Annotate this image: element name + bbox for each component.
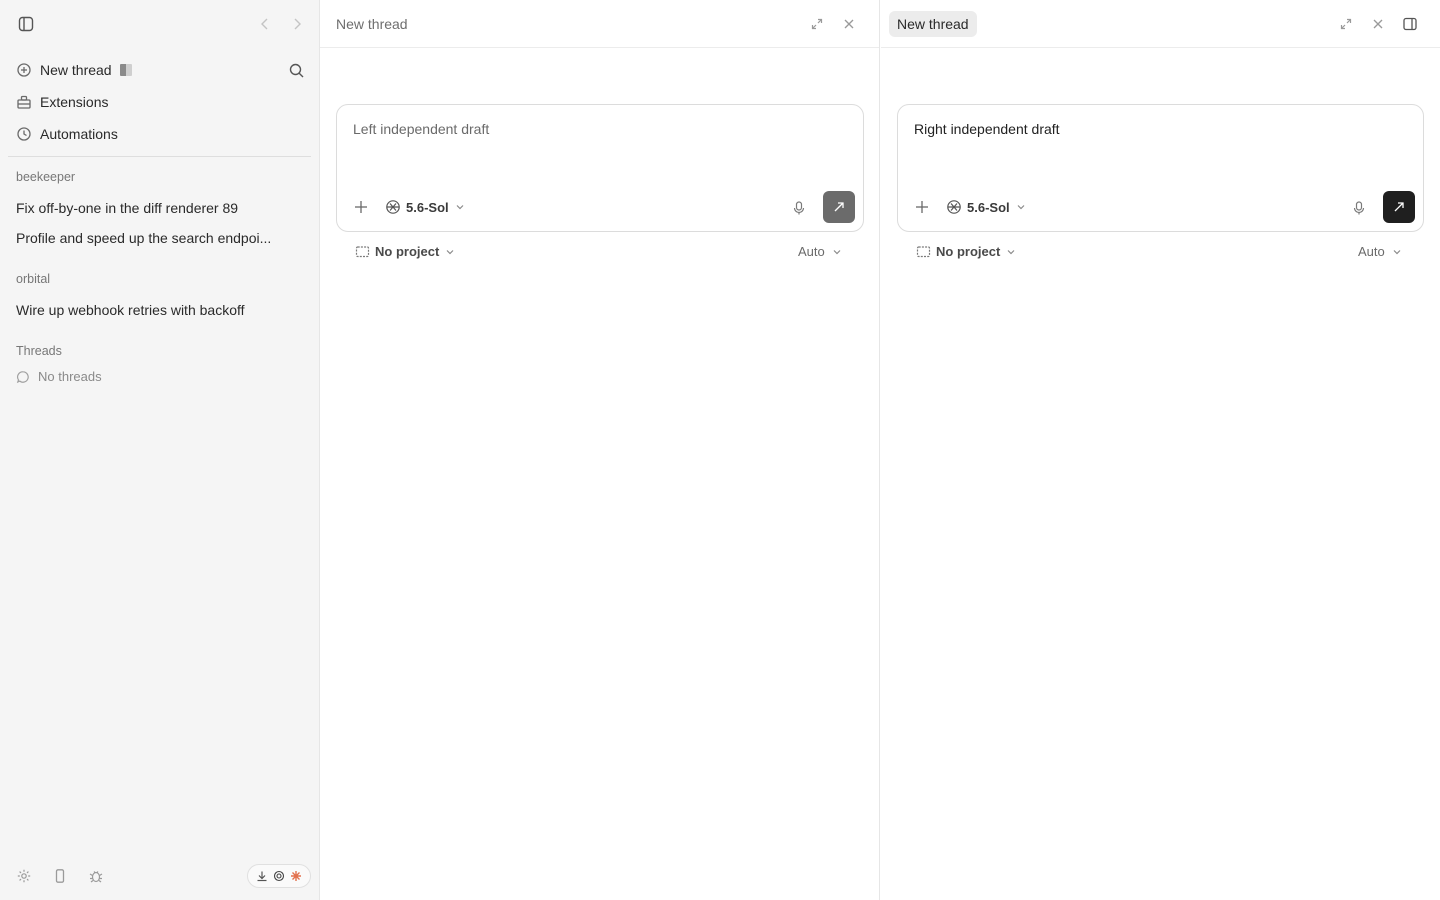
send-button[interactable] [823, 191, 855, 223]
send-button[interactable] [1383, 191, 1415, 223]
thread-item[interactable]: Profile and speed up the search endpoi..… [16, 230, 286, 246]
close-icon[interactable] [842, 17, 856, 31]
add-attachment-icon[interactable] [353, 199, 369, 215]
clock-icon [16, 126, 32, 142]
expand-icon[interactable] [810, 17, 824, 31]
chevron-down-icon [1006, 247, 1016, 257]
model-selector[interactable]: 5.6-Sol [946, 199, 1026, 215]
composer: Right independent draft 5.6-Sol [897, 104, 1424, 232]
chevron-down-icon [1392, 247, 1402, 257]
threads-section-label: Threads [16, 344, 62, 358]
chevron-right-icon[interactable] [289, 16, 305, 32]
pane-title[interactable]: New thread [889, 11, 977, 37]
model-status-pill[interactable] [247, 864, 311, 888]
folder-icon [355, 244, 370, 259]
pane-title[interactable]: New thread [336, 16, 408, 32]
mode-label: Auto [1358, 244, 1385, 259]
microphone-icon[interactable] [1351, 200, 1367, 216]
chevron-down-icon [832, 247, 842, 257]
no-threads-text: No threads [38, 369, 102, 384]
chevron-down-icon [1016, 202, 1026, 212]
model-selector[interactable]: 5.6-Sol [385, 199, 465, 215]
project-label: No project [936, 244, 1001, 259]
openai-icon [385, 199, 401, 215]
bug-icon[interactable] [88, 868, 104, 884]
sidebar: New thread Extensions Automations beekee… [0, 0, 320, 900]
chevron-left-icon[interactable] [257, 16, 273, 32]
project-selector[interactable]: No project [355, 244, 455, 259]
sidebar-topbar [0, 0, 320, 48]
project-selector[interactable]: No project [916, 244, 1016, 259]
group-label-beekeeper: beekeeper [16, 170, 76, 184]
mode-selector[interactable]: Auto [1358, 244, 1402, 259]
right-pane: New thread Right independent draft 5.6-S… [881, 0, 1440, 900]
sidebar-divider [8, 156, 311, 157]
microphone-icon[interactable] [791, 200, 807, 216]
sidebar-item-extensions[interactable]: Extensions [8, 87, 312, 117]
send-arrow-icon [1394, 202, 1404, 212]
close-icon[interactable] [1371, 17, 1385, 31]
send-arrow-icon [834, 202, 844, 212]
chevron-down-icon [445, 247, 455, 257]
new-thread-button[interactable]: New thread [8, 55, 312, 85]
thread-item[interactable]: Fix off-by-one in the diff renderer 89 [16, 200, 286, 216]
openai-icon [946, 199, 962, 215]
chat-bubble-icon [16, 370, 30, 384]
mobile-icon[interactable] [52, 868, 68, 884]
pane-header: New thread [320, 0, 879, 48]
sidebar-panel-icon[interactable] [17, 15, 35, 33]
model-label: 5.6-Sol [967, 199, 1010, 215]
sidebar-item-label: Extensions [40, 94, 109, 110]
add-attachment-icon[interactable] [914, 199, 930, 215]
folder-icon [916, 244, 931, 259]
new-thread-label: New thread [40, 62, 112, 78]
model-label: 5.6-Sol [406, 199, 449, 215]
sidebar-item-label: Automations [40, 126, 118, 142]
draft-input[interactable]: Right independent draft [914, 121, 1060, 137]
thread-item[interactable]: Wire up webhook retries with backoff [16, 302, 286, 318]
pane-header: New thread [881, 0, 1440, 48]
mode-selector[interactable]: Auto [798, 244, 842, 259]
group-label-orbital: orbital [16, 272, 51, 286]
plus-circle-icon [16, 62, 32, 78]
no-threads-placeholder: No threads [16, 369, 102, 384]
composer: Left independent draft 5.6-Sol [336, 104, 864, 232]
sidebar-item-automations[interactable]: Automations [8, 119, 312, 149]
split-panel-icon[interactable] [1402, 16, 1418, 32]
expand-icon[interactable] [1339, 17, 1353, 31]
download-icon [256, 870, 268, 882]
shortcut-indicator-icon [119, 64, 132, 76]
search-icon[interactable] [288, 62, 305, 79]
left-pane: New thread Left independent draft 5.6-So… [320, 0, 880, 900]
extensions-icon [16, 94, 32, 110]
project-label: No project [375, 244, 440, 259]
settings-icon[interactable] [16, 868, 32, 884]
openai-icon [273, 870, 285, 882]
claude-icon [290, 870, 302, 882]
draft-input[interactable]: Left independent draft [353, 121, 489, 137]
mode-label: Auto [798, 244, 825, 259]
chevron-down-icon [455, 202, 465, 212]
